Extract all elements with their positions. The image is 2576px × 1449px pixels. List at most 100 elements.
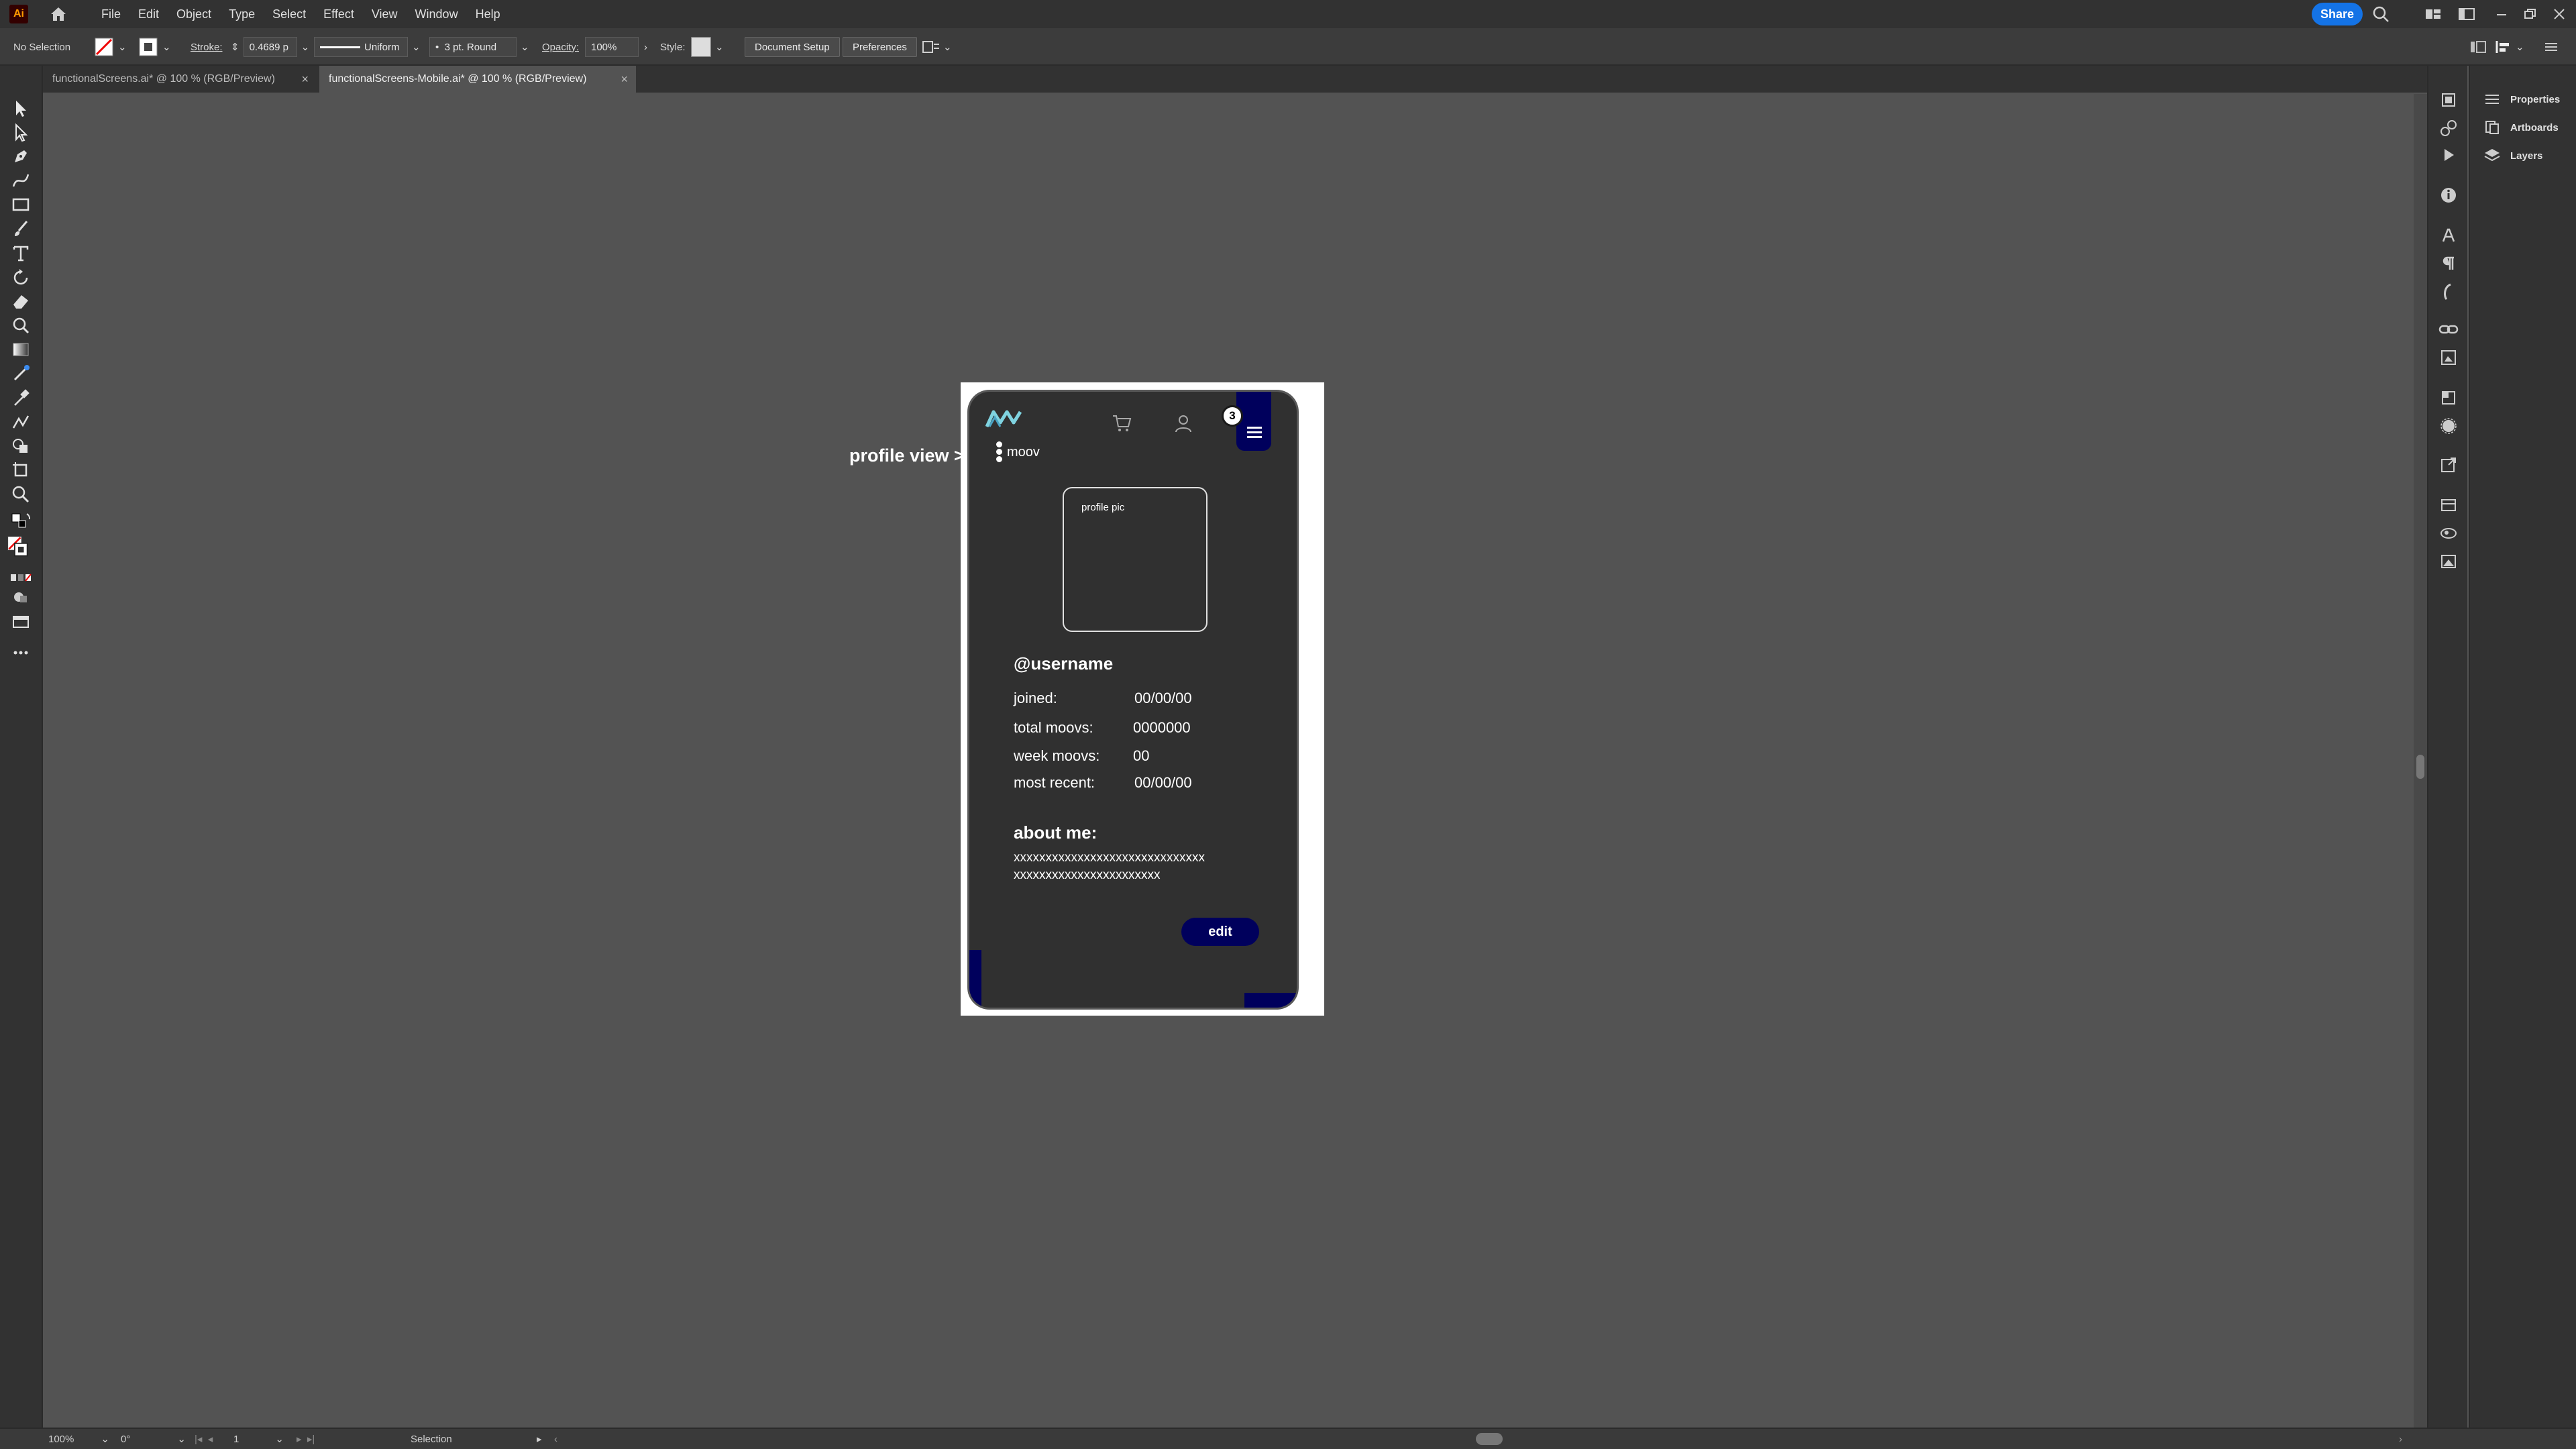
shape-builder-tool-icon[interactable] — [9, 435, 32, 458]
artboard-number-field[interactable]: 1 ⌄ — [233, 1429, 284, 1449]
close-tab-icon[interactable]: × — [301, 72, 309, 87]
stepper-icon[interactable]: ⇕ — [231, 41, 239, 53]
chevron-right-icon[interactable]: › — [644, 42, 647, 53]
align-menu-icon[interactable]: ⌄ — [2494, 28, 2524, 66]
asset-export-icon[interactable] — [2437, 386, 2460, 409]
chevron-down-icon[interactable]: ⌄ — [275, 1433, 284, 1445]
close-tab-icon[interactable]: × — [621, 72, 628, 87]
chevron-down-icon[interactable]: ⌄ — [118, 41, 127, 53]
artboards-panel-icon[interactable] — [2437, 494, 2460, 517]
rotation-field[interactable]: 0° ⌄ — [121, 1429, 186, 1449]
chevron-down-icon[interactable]: ⌄ — [943, 41, 952, 53]
navigator-icon[interactable] — [2437, 550, 2460, 573]
zoom-level-value[interactable]: 100% — [48, 1434, 74, 1445]
chevron-down-icon[interactable]: ⌄ — [162, 41, 171, 53]
links-icon[interactable] — [2437, 318, 2460, 341]
close-window-icon[interactable] — [2549, 4, 2569, 24]
graphic-style-swatch[interactable]: ⌄ — [691, 28, 724, 66]
properties-panel-tab[interactable]: Properties — [2483, 87, 2560, 111]
selection-tool-icon[interactable] — [9, 97, 32, 119]
chevron-down-icon[interactable]: ⌄ — [2516, 41, 2524, 53]
restore-icon[interactable] — [2520, 4, 2540, 24]
rotate-tool-icon[interactable] — [9, 266, 32, 288]
tab-functional-screens[interactable]: functionalScreens.ai* @ 100 % (RGB/Previ… — [43, 66, 317, 93]
screen-mode-icon[interactable] — [9, 610, 32, 633]
hamburger-menu-icon[interactable] — [1247, 427, 1262, 439]
free-transform-tool-icon[interactable] — [9, 314, 32, 337]
mesh-tool-icon[interactable] — [9, 362, 32, 385]
first-artboard-icon[interactable]: |◂ ◂ — [195, 1429, 213, 1449]
color-mode-icons[interactable] — [9, 566, 32, 589]
menu-type[interactable]: Type — [220, 0, 264, 28]
edit-button[interactable]: edit — [1181, 918, 1259, 946]
menu-object[interactable]: Object — [168, 0, 220, 28]
more-tools-icon[interactable] — [9, 641, 32, 664]
eraser-tool-icon[interactable] — [9, 290, 32, 313]
minimize-icon[interactable] — [2491, 4, 2512, 24]
opacity-field[interactable]: 100% › — [585, 28, 647, 66]
paragraph-icon[interactable] — [2437, 252, 2460, 275]
image-trace-icon[interactable] — [2437, 346, 2460, 369]
gradient-tool-icon[interactable] — [9, 338, 32, 361]
menu-effect[interactable]: Effect — [315, 0, 363, 28]
menu-file[interactable]: File — [93, 0, 129, 28]
horizontal-scroll-thumb[interactable] — [1476, 1433, 1503, 1445]
menu-help[interactable]: Help — [467, 0, 509, 28]
menu-window[interactable]: Window — [407, 0, 467, 28]
rotation-value[interactable]: 0° — [121, 1434, 130, 1445]
type-tool-icon[interactable] — [9, 241, 32, 264]
layers-panel-tab[interactable]: Layers — [2483, 144, 2542, 168]
symbols-icon[interactable] — [2437, 522, 2460, 545]
opacity-value[interactable]: 100% — [585, 37, 639, 57]
panel-options-icon[interactable] — [2469, 28, 2487, 66]
mobile-profile-screen[interactable]: 3 moov profile pic @username joined: 00/… — [969, 392, 1297, 1008]
stroke-label[interactable]: Stroke: — [191, 28, 223, 66]
profile-pic-placeholder[interactable]: profile pic — [1063, 487, 1208, 632]
scroll-right-icon[interactable]: › — [2399, 1429, 2402, 1449]
fill-stroke-indicator[interactable] — [7, 535, 34, 562]
export-icon[interactable] — [2437, 453, 2460, 476]
variable-width-profile[interactable]: Uniform ⌄ — [314, 28, 421, 66]
last-artboard-icon[interactable]: ▸ ▸| — [297, 1429, 315, 1449]
appearance-icon[interactable] — [2437, 415, 2460, 437]
curvature-tool-icon[interactable] — [9, 169, 32, 192]
eyedropper-tool-icon[interactable] — [9, 386, 32, 409]
arrange-menu-icon[interactable]: ⌄ — [922, 28, 952, 66]
menu-view[interactable]: View — [363, 0, 407, 28]
color-themes-icon[interactable] — [2437, 117, 2460, 140]
tab-functional-screens-mobile[interactable]: functionalScreens-Mobile.ai* @ 100 % (RG… — [319, 66, 636, 93]
vertical-scrollbar[interactable] — [2414, 94, 2427, 1428]
character-icon[interactable] — [2437, 224, 2460, 247]
rectangle-tool-icon[interactable] — [9, 193, 32, 216]
status-menu-arrow-icon[interactable]: ▸ — [537, 1429, 542, 1449]
preferences-button[interactable]: Preferences — [843, 37, 917, 57]
menu-select[interactable]: Select — [264, 0, 315, 28]
document-setup-button[interactable]: Document Setup — [745, 37, 840, 57]
opacity-label[interactable]: Opacity: — [542, 28, 579, 66]
pen-tool-icon[interactable] — [9, 145, 32, 168]
chevron-down-icon[interactable]: ⌄ — [101, 1433, 109, 1445]
chevron-down-icon[interactable]: ⌄ — [301, 41, 310, 53]
control-bar-menu-icon[interactable] — [2542, 28, 2560, 66]
search-icon[interactable] — [2371, 4, 2391, 24]
chevron-down-icon[interactable]: ⌄ — [521, 41, 529, 53]
artboard-tool-icon[interactable] — [9, 459, 32, 482]
stroke-weight-value[interactable]: 0.4689 p — [243, 37, 297, 57]
brush-definition[interactable]: • 3 pt. Round ⌄ — [429, 28, 529, 66]
blend-tool-icon[interactable] — [9, 411, 32, 433]
home-icon[interactable] — [48, 4, 68, 24]
actions-icon[interactable] — [2437, 144, 2460, 166]
artboard-number-value[interactable]: 1 — [233, 1434, 239, 1445]
paintbrush-tool-icon[interactable] — [9, 217, 32, 240]
workspace-switcher-icon[interactable] — [2457, 4, 2477, 24]
libraries-icon[interactable] — [2437, 89, 2460, 111]
stroke-swatch[interactable]: ⌄ — [138, 28, 171, 66]
chevron-down-icon[interactable]: ⌄ — [177, 1433, 186, 1445]
zoom-level-field[interactable]: 100% ⌄ — [48, 1429, 109, 1449]
info-icon[interactable] — [2437, 184, 2460, 207]
artboards-panel-tab[interactable]: Artboards — [2483, 115, 2559, 140]
direct-selection-tool-icon[interactable] — [9, 121, 32, 144]
chevron-down-icon[interactable]: ⌄ — [412, 41, 421, 53]
arrange-documents-icon[interactable] — [2423, 4, 2443, 24]
draw-mode-icon[interactable] — [9, 586, 32, 609]
